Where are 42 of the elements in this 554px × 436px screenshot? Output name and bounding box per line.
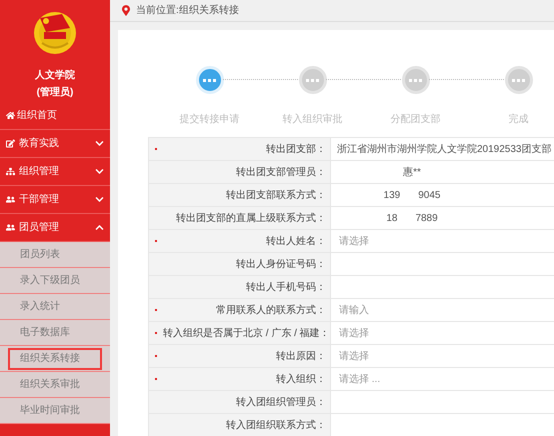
form-label: 常用联系人的联系方式：: [215, 304, 326, 318]
form-label: 转入团组织联系方式：: [225, 418, 326, 432]
form-label: 转出团支部管理员：: [235, 166, 326, 180]
form-label: 转出团支部的直属上级联系方式：: [175, 212, 326, 226]
menu-item[interactable]: 教育实践: [0, 130, 110, 158]
people-icon: [6, 223, 15, 232]
sitemap-icon: [6, 167, 15, 176]
form-label: 转出团支部：: [265, 142, 326, 156]
form-value: 7889: [415, 212, 438, 226]
people-icon: [6, 195, 15, 204]
form-label: 转出团支部联系方式：: [225, 188, 326, 202]
submenu-item[interactable]: 组织关系转接: [8, 348, 102, 370]
form-value: 139: [384, 188, 400, 202]
emblem-logo-icon: [32, 10, 78, 56]
form-label: 转出原因：: [275, 350, 326, 364]
chevron-down-icon: [95, 139, 104, 148]
step-label: 提交转接申请: [180, 112, 240, 127]
menu-item[interactable]: 组织管理: [0, 158, 110, 186]
home-menu-item[interactable]: 组织首页: [0, 102, 110, 130]
home-icon: [6, 111, 15, 120]
step-label: 转入组织审批: [282, 112, 342, 127]
form-label: 转出人手机号码：: [245, 280, 326, 294]
school-name: 人文学院: [35, 68, 75, 83]
menu-item[interactable]: 干部管理: [0, 186, 110, 214]
form-label: 转出人身份证号码：: [235, 258, 326, 272]
form-value: 浙江省湖州市湖州学院人文学院20192533团支部: [337, 142, 552, 156]
form-value: 9045: [418, 188, 440, 202]
form-label: 转入团组织管理员：: [235, 396, 326, 410]
chevron-down-icon: [95, 195, 104, 204]
role-label: (管理员): [36, 86, 74, 100]
form-value: 惠**: [403, 166, 421, 180]
step-label: 完成: [508, 112, 528, 127]
form-value: 18: [386, 212, 398, 226]
form-label: 转出人姓名：: [265, 234, 326, 248]
breadcrumb: 当前位置:组织关系转接: [136, 4, 239, 18]
location-pin-icon: [122, 5, 130, 16]
chevron-down-icon: [95, 167, 104, 176]
chevron-up-icon: [95, 223, 104, 232]
form-label: 转入组织：: [275, 372, 326, 386]
step-label: 分配团支部: [390, 112, 440, 127]
edit-icon: [6, 139, 15, 148]
form-label: 转入组织是否属于北京 / 广东 / 福建：: [163, 326, 330, 340]
